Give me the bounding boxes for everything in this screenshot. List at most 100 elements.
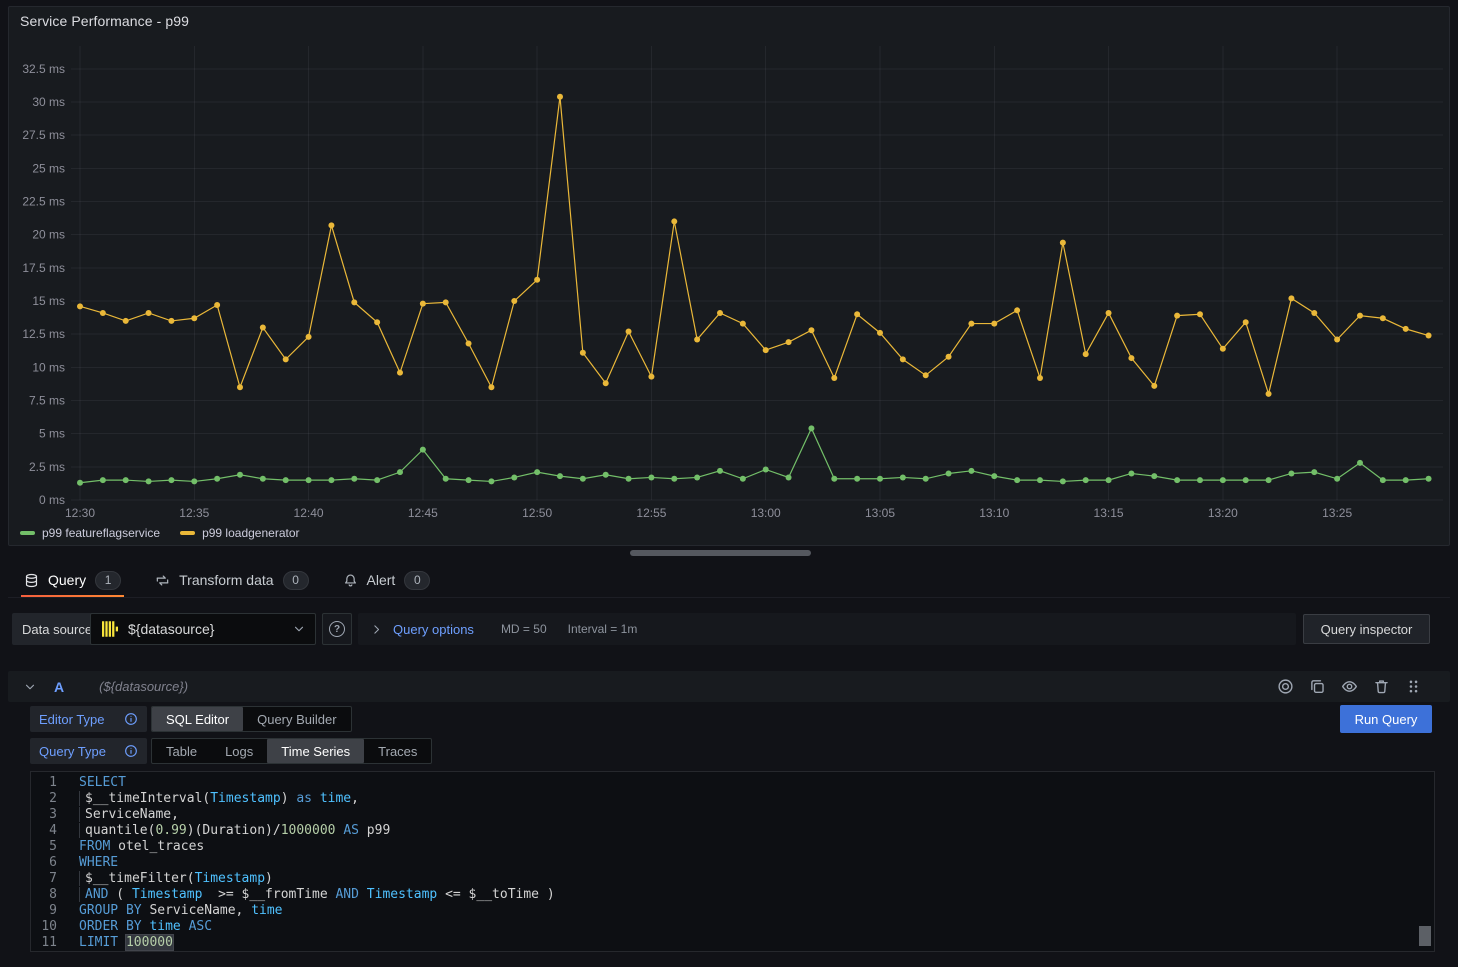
editor-type-option-sql-editor[interactable]: SQL Editor (152, 707, 243, 731)
svg-text:12:35: 12:35 (179, 506, 209, 520)
duplicate-query-icon[interactable] (1309, 678, 1326, 695)
query-type-option-traces[interactable]: Traces (364, 739, 431, 763)
code-token: otel_traces (110, 839, 204, 854)
editor-scrollbar-thumb[interactable] (1419, 926, 1431, 946)
svg-text:30 ms: 30 ms (32, 95, 65, 109)
query-type-label-text: Query Type (39, 744, 106, 759)
bell-icon (343, 573, 358, 588)
info-circle-icon[interactable] (124, 712, 138, 726)
code-token: ( (108, 887, 131, 902)
tab-alert[interactable]: Alert0 (340, 563, 434, 597)
svg-text:12.5 ms: 12.5 ms (22, 327, 65, 341)
code-token: quantile( (85, 823, 155, 838)
query-type-option-time-series[interactable]: Time Series (267, 739, 364, 763)
code-line[interactable]: 5FROM otel_traces (31, 839, 1434, 855)
code-token (312, 791, 320, 806)
svg-text:13:25: 13:25 (1322, 506, 1352, 520)
svg-text:10 ms: 10 ms (32, 360, 65, 374)
svg-text:22.5 ms: 22.5 ms (22, 195, 65, 209)
svg-text:25 ms: 25 ms (32, 161, 65, 175)
code-token: Timestamp (195, 871, 265, 886)
query-inspector-button[interactable]: Query inspector (1303, 614, 1430, 644)
line-number: 2 (31, 791, 57, 807)
code-line[interactable]: 9GROUP BY ServiceName, time (31, 903, 1434, 919)
svg-text:15 ms: 15 ms (32, 294, 65, 308)
svg-text:2.5 ms: 2.5 ms (29, 460, 65, 474)
code-token: 100000 (126, 935, 173, 950)
code-line[interactable]: 11LIMIT 100000 (31, 935, 1434, 951)
svg-text:13:15: 13:15 (1094, 506, 1124, 520)
tab-count-badge: 0 (404, 571, 430, 590)
svg-text:13:20: 13:20 (1208, 506, 1238, 520)
datasource-value: ${datasource} (128, 621, 214, 637)
code-token: >= $__fromTime (202, 887, 335, 902)
line-number: 3 (31, 807, 57, 823)
info-circle-icon[interactable] (124, 744, 138, 758)
editor-type-label: Editor Type (30, 706, 147, 732)
tab-transform-data[interactable]: Transform data0 (152, 563, 311, 597)
code-token: )(Duration)/ (187, 823, 281, 838)
code-token (359, 887, 367, 902)
query-type-option-table[interactable]: Table (152, 739, 211, 763)
query-options-link[interactable]: Query options (393, 622, 474, 637)
datasource-help-button[interactable]: ? (322, 613, 352, 645)
remove-query-icon[interactable] (1373, 678, 1390, 695)
line-number: 9 (31, 903, 57, 919)
editor-type-option-query-builder[interactable]: Query Builder (243, 707, 350, 731)
chevron-right-icon[interactable] (370, 623, 383, 636)
code-line[interactable]: 10ORDER BY time ASC (31, 919, 1434, 935)
legend-item[interactable]: p99 featureflagservice (20, 526, 160, 540)
svg-text:12:45: 12:45 (408, 506, 438, 520)
code-line[interactable]: 1SELECT (31, 775, 1434, 791)
legend-item[interactable]: p99 loadgenerator (180, 526, 299, 540)
code-token: p99 (359, 823, 390, 838)
query-ref-id[interactable]: A (54, 679, 64, 695)
query-datasource-hint: (${datasource}) (99, 679, 188, 694)
code-line[interactable]: 3 ServiceName, (31, 807, 1434, 823)
code-line[interactable]: 8AND ( Timestamp >= $__fromTime AND Time… (31, 887, 1434, 903)
svg-text:0 ms: 0 ms (39, 493, 65, 507)
svg-text:7.5 ms: 7.5 ms (29, 394, 65, 408)
drag-handle-icon[interactable] (1405, 678, 1422, 695)
run-query-button[interactable]: Run Query (1340, 705, 1432, 733)
chart-legend: p99 featureflagservice p99 loadgenerator (20, 526, 300, 540)
scrollbar-horizontal[interactable] (630, 550, 811, 556)
sql-code-editor[interactable]: 1SELECT2$__timeInterval(Timestamp) as ti… (30, 771, 1435, 952)
code-token: $__timeFilter( (85, 871, 195, 886)
query-row-header[interactable]: A (${datasource}) (8, 671, 1450, 702)
hide-response-icon[interactable] (1341, 678, 1358, 695)
line-number: 10 (31, 919, 57, 935)
grafana-panel-editor: Service Performance - p99 0 ms2.5 ms5 ms… (0, 0, 1458, 967)
code-token: ASC (189, 919, 212, 934)
svg-text:12:50: 12:50 (522, 506, 552, 520)
database-icon (24, 573, 39, 588)
code-token: LIMIT (79, 935, 118, 950)
code-token: Timestamp (132, 887, 202, 902)
datasource-picker[interactable]: ${datasource} (90, 613, 316, 645)
query-type-option-logs[interactable]: Logs (211, 739, 267, 763)
code-token: WHERE (79, 855, 118, 870)
tab-query[interactable]: Query1 (21, 563, 124, 597)
code-token: FROM (79, 839, 110, 854)
code-token: ServiceName, (85, 807, 179, 822)
code-token: ) (281, 791, 297, 806)
code-line[interactable]: 7$__timeFilter(Timestamp) (31, 871, 1434, 887)
query-options-bar: Query options MD = 50 Interval = 1m (358, 613, 1296, 645)
query-options-interval: Interval = 1m (568, 622, 638, 636)
line-number: 8 (31, 887, 57, 903)
code-line[interactable]: 6WHERE (31, 855, 1434, 871)
code-token: time (149, 919, 180, 934)
disable-query-icon[interactable] (1277, 678, 1294, 695)
chevron-down-icon[interactable] (23, 680, 37, 694)
code-line[interactable]: 2$__timeInterval(Timestamp) as time, (31, 791, 1434, 807)
code-line[interactable]: 4quantile(0.99)(Duration)/1000000 AS p99 (31, 823, 1434, 839)
code-token: $__timeInterval( (85, 791, 210, 806)
code-token: , (351, 791, 359, 806)
tab-count-badge: 0 (283, 571, 309, 590)
code-token: Timestamp (210, 791, 280, 806)
help-circle-icon: ? (329, 621, 345, 637)
clickhouse-logo-icon (100, 619, 120, 639)
code-token: time (251, 903, 282, 918)
line-number: 4 (31, 823, 57, 839)
code-token: time (320, 791, 351, 806)
